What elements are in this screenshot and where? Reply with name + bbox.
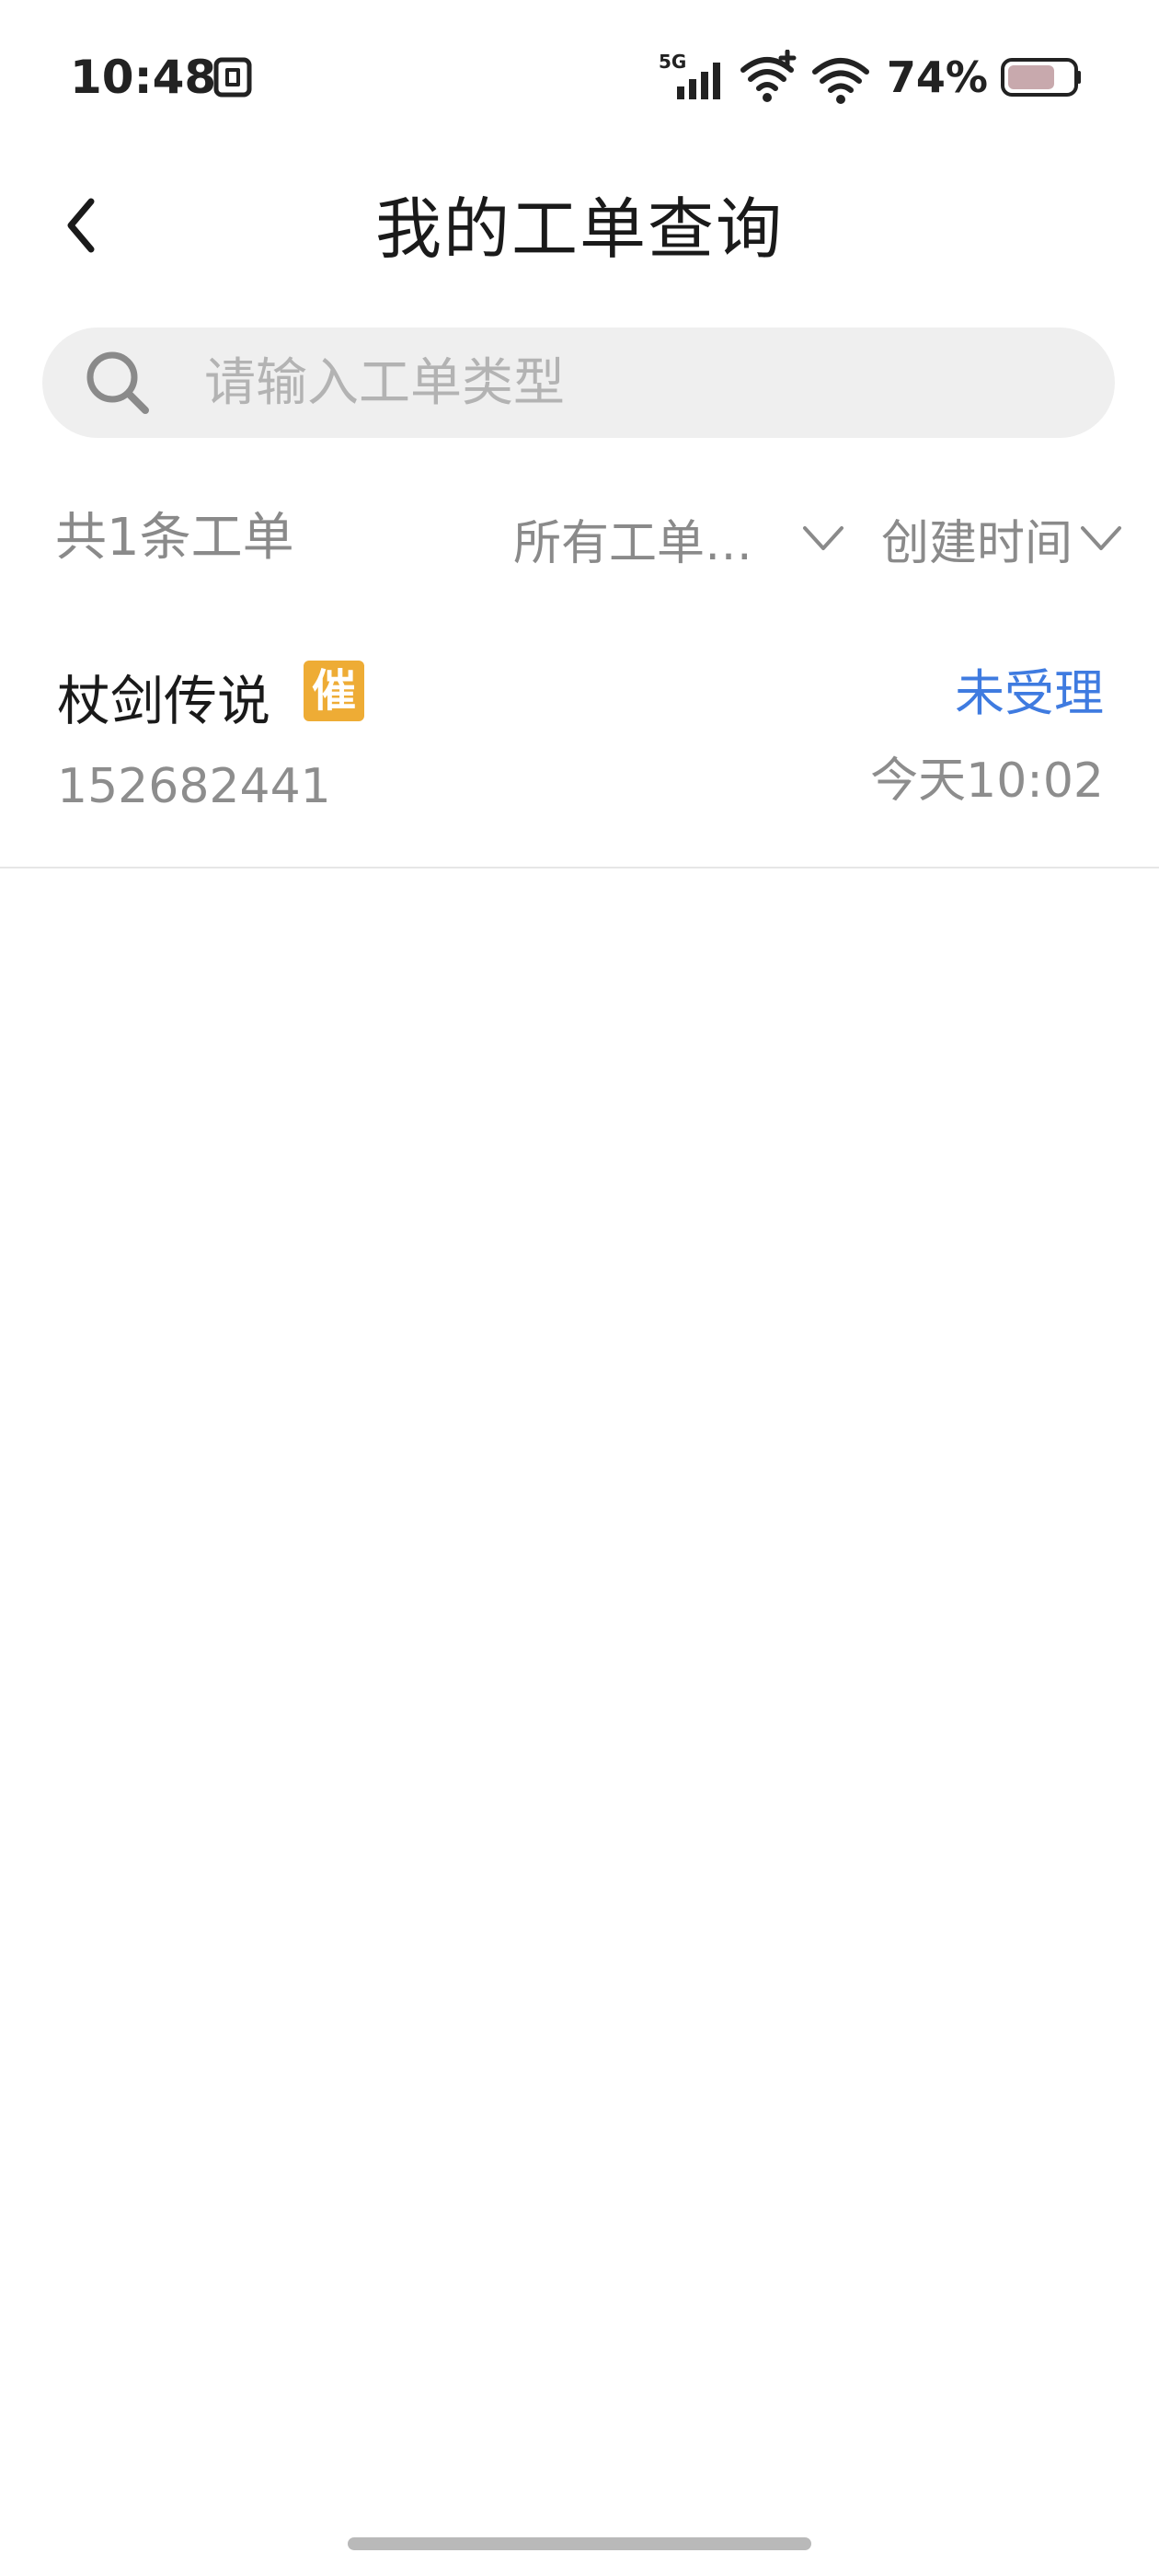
sim-card-icon [213,57,252,98]
wifi-icon [811,58,869,104]
network-type-label: 5G [659,51,686,73]
order-name: 杖剑传说 [57,670,271,732]
battery-icon [1001,58,1081,97]
chevron-down-icon [1081,526,1122,550]
page-header: 我的工单查询 [0,166,1159,285]
home-indicator[interactable] [348,2537,811,2550]
search-bar[interactable] [42,328,1115,438]
sort-dropdown[interactable]: 创建时间 [881,506,1122,571]
order-list-item[interactable]: 杖剑传说 催 未受理 152682441 今天10:02 [0,626,1159,868]
order-id: 152682441 [57,759,331,814]
signal-icon: 5G [659,51,720,99]
status-right-group: 5G 74% [657,48,1082,107]
status-filter-label: 所有工单… [513,515,753,571]
search-icon [86,351,149,414]
order-status: 未受理 [955,664,1104,722]
order-count: 共1条工单 [55,508,294,568]
search-input[interactable] [202,351,1034,414]
status-filter-dropdown[interactable]: 所有工单… [513,506,844,571]
wifi-plus-icon [740,50,797,102]
urge-badge: 催 [304,661,364,721]
sort-label: 创建时间 [881,515,1073,571]
battery-percentage: 74% [886,52,988,102]
page-title: 我的工单查询 [374,190,784,268]
status-time: 10:48 [70,51,217,104]
chevron-down-icon [803,526,843,550]
status-bar: 10:48 5G 74% [0,0,1159,156]
filter-row: 共1条工单 所有工单… 创建时间 [0,497,1159,580]
order-time: 今天10:02 [870,753,1104,809]
